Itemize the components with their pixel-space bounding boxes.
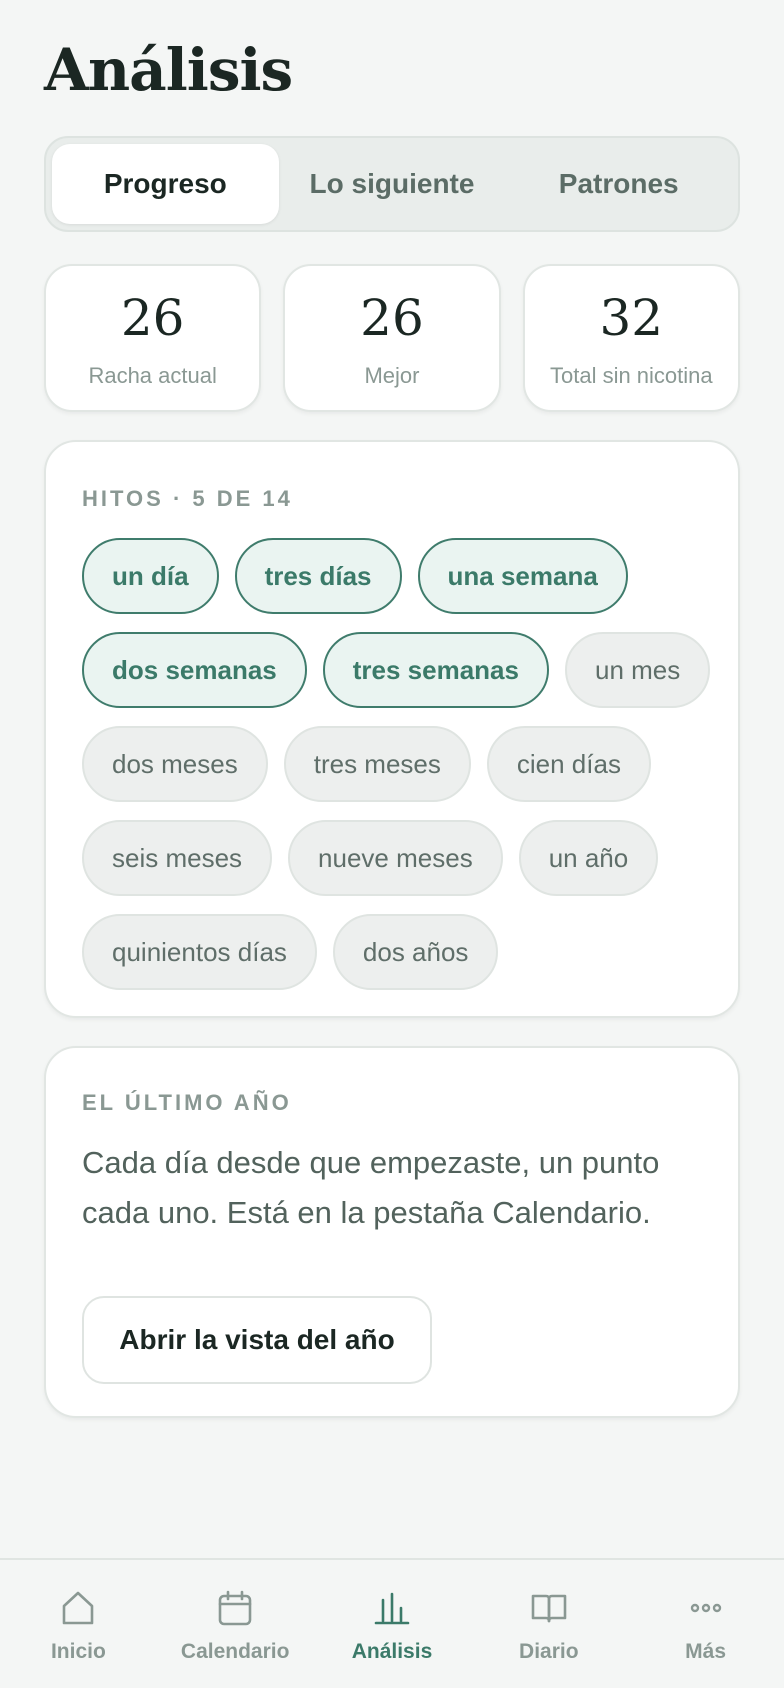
- milestone-chip-pending: dos años: [332, 914, 499, 990]
- milestone-chip-achieved: tres días: [234, 538, 402, 614]
- stat-card-best-streak: 26 Mejor: [283, 264, 501, 412]
- tab-bar-item-inicio[interactable]: Inicio: [0, 1560, 157, 1688]
- stat-value: 26: [120, 289, 185, 347]
- tab-progreso[interactable]: Progreso: [52, 144, 279, 224]
- year-heading: EL ÚLTIMO AÑO: [82, 1090, 292, 1115]
- stat-value: 32: [599, 289, 664, 347]
- tab-lo-siguiente[interactable]: Lo siguiente: [279, 144, 506, 224]
- milestone-chip-pending: un mes: [564, 632, 711, 708]
- milestone-chip-achieved: una semana: [417, 538, 628, 614]
- open-year-view-button[interactable]: Abrir la vista del año: [82, 1296, 432, 1384]
- stat-card-total-nicotine-free: 32 Total sin nicotina: [522, 264, 740, 412]
- bottom-tab-bar: Inicio Calendario Análisis Diario Más: [0, 1558, 784, 1688]
- stat-label: Total sin nicotina: [549, 363, 713, 388]
- tab-bar-item-diario[interactable]: Diario: [470, 1560, 627, 1688]
- tab-bar-label: Calendario: [180, 1640, 290, 1663]
- page-title: Análisis: [44, 36, 293, 104]
- stat-value: 26: [360, 289, 424, 347]
- tab-patrones[interactable]: Patrones: [505, 144, 732, 224]
- tab-bar-item-calendario[interactable]: Calendario: [157, 1560, 314, 1688]
- stat-label: Racha actual: [88, 363, 217, 388]
- more-icon: [690, 1603, 721, 1613]
- stat-card-current-streak: 26 Racha actual: [44, 264, 262, 412]
- year-card: EL ÚLTIMO AÑO Cada día desde que empezas…: [44, 1046, 740, 1418]
- milestone-chip-pending: cien días: [486, 726, 651, 802]
- tab-bar-label: Más: [685, 1640, 727, 1663]
- tab-bar-item-analisis[interactable]: Análisis: [314, 1560, 471, 1688]
- milestone-chip-pending: nueve meses: [288, 820, 503, 896]
- tab-bar-label: Diario: [519, 1640, 579, 1663]
- milestones-card: HITOS · 5 DE 14 un día tres días una sem…: [44, 440, 740, 1018]
- calendar-icon: [218, 1590, 252, 1626]
- milestones-list: un día tres días una semana dos semanas …: [82, 538, 712, 990]
- book-icon: [531, 1594, 567, 1623]
- milestone-chip-achieved: dos semanas: [82, 632, 307, 708]
- milestones-heading: HITOS · 5 DE 14: [82, 486, 293, 511]
- stats-row: 26 Racha actual 26 Mejor 32 Total sin ni…: [44, 264, 740, 412]
- year-description: Cada día desde que empezaste, un punto c…: [82, 1145, 660, 1230]
- stat-label: Mejor: [364, 363, 420, 388]
- milestone-chip-pending: un año: [518, 820, 659, 896]
- milestone-chip-pending: seis meses: [82, 820, 273, 896]
- home-icon: [63, 1591, 94, 1625]
- milestone-chip-achieved: tres semanas: [322, 632, 549, 708]
- milestone-chip-pending: dos meses: [82, 726, 268, 802]
- milestone-chip-achieved: un día: [82, 538, 219, 614]
- chart-icon: [374, 1592, 410, 1625]
- tab-bar-label: Inicio: [50, 1640, 106, 1663]
- tab-bar-item-mas[interactable]: Más: [627, 1560, 784, 1688]
- milestone-chip-pending: quinientos días: [82, 914, 317, 990]
- tab-bar-label: Análisis: [351, 1640, 433, 1663]
- milestone-chip-pending: tres meses: [283, 726, 471, 802]
- segmented-control: Progreso Lo siguiente Patrones: [44, 136, 740, 232]
